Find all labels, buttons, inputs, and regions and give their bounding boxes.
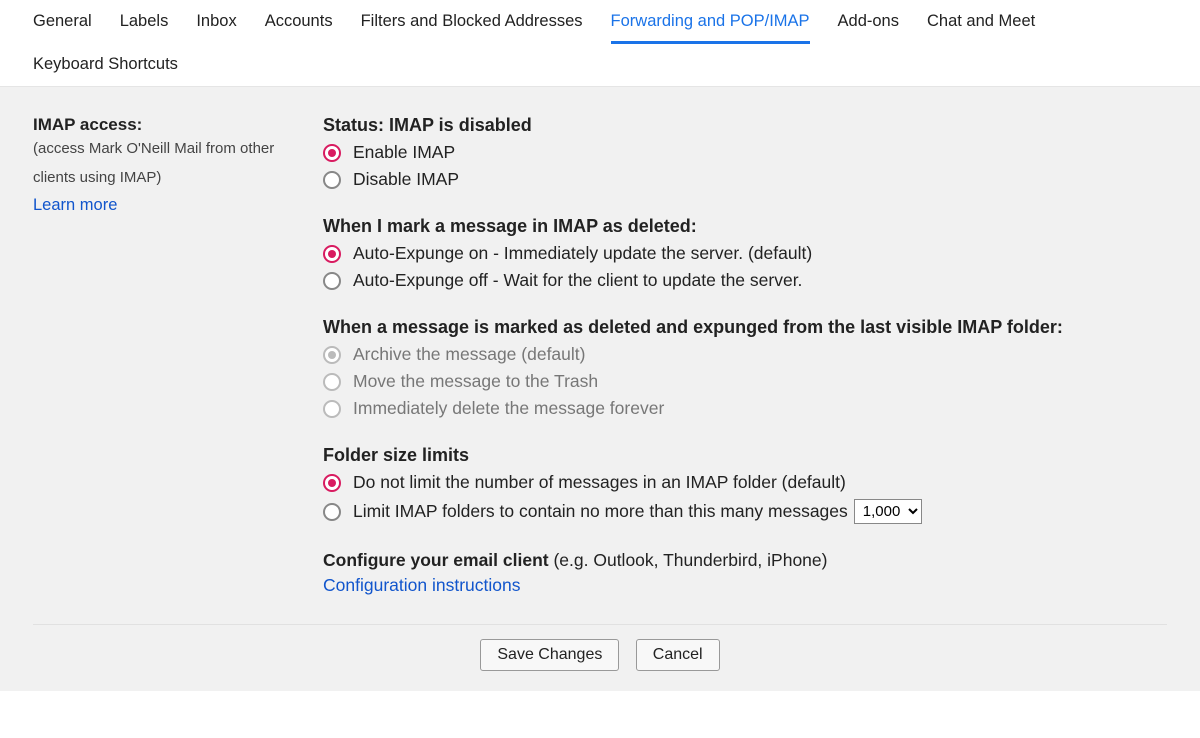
label-auto-expunge-on: Auto-Expunge on - Immediately update the… [353, 243, 812, 264]
radio-auto-expunge-off[interactable] [323, 272, 341, 290]
when-expunged-heading: When a message is marked as deleted and … [323, 317, 1167, 338]
label-disable-imap: Disable IMAP [353, 169, 459, 190]
imap-status-group: Status: IMAP is disabled Enable IMAP Dis… [323, 115, 1167, 190]
section-label-col: IMAP access: (access Mark O'Neill Mail f… [33, 115, 323, 606]
when-deleted-heading: When I mark a message in IMAP as deleted… [323, 216, 1167, 237]
tab-labels[interactable]: Labels [120, 0, 169, 43]
radio-row-auto-expunge-on: Auto-Expunge on - Immediately update the… [323, 243, 1167, 264]
radio-row-disable-imap: Disable IMAP [323, 169, 1167, 190]
settings-tabs: General Labels Inbox Accounts Filters an… [0, 0, 1200, 87]
label-enable-imap: Enable IMAP [353, 142, 455, 163]
label-move-to-trash: Move the message to the Trash [353, 371, 598, 392]
button-row: Save Changes Cancel [33, 625, 1167, 691]
radio-row-limit-messages: Limit IMAP folders to contain no more th… [323, 499, 1167, 524]
radio-delete-forever [323, 400, 341, 418]
radio-row-no-limit: Do not limit the number of messages in a… [323, 472, 1167, 493]
imap-access-section: IMAP access: (access Mark O'Neill Mail f… [33, 115, 1167, 625]
radio-row-auto-expunge-off: Auto-Expunge off - Wait for the client t… [323, 270, 1167, 291]
tab-inbox[interactable]: Inbox [196, 0, 236, 43]
tab-accounts[interactable]: Accounts [265, 0, 333, 43]
radio-archive-message [323, 346, 341, 364]
radio-row-enable-imap: Enable IMAP [323, 142, 1167, 163]
tab-chat-meet[interactable]: Chat and Meet [927, 0, 1035, 43]
radio-limit-messages[interactable] [323, 503, 341, 521]
imap-status-heading: Status: IMAP is disabled [323, 115, 1167, 136]
configure-client-line: Configure your email client (e.g. Outloo… [323, 550, 1167, 571]
folder-limits-heading: Folder size limits [323, 445, 1167, 466]
cancel-button[interactable]: Cancel [636, 639, 720, 671]
label-archive-message: Archive the message (default) [353, 344, 585, 365]
folder-limits-group: Folder size limits Do not limit the numb… [323, 445, 1167, 524]
radio-auto-expunge-on[interactable] [323, 245, 341, 263]
when-expunged-group: When a message is marked as deleted and … [323, 317, 1167, 419]
learn-more-link[interactable]: Learn more [33, 196, 117, 215]
radio-no-limit[interactable] [323, 474, 341, 492]
configure-client-bold: Configure your email client [323, 550, 549, 570]
radio-row-move-to-trash: Move the message to the Trash [323, 371, 1167, 392]
tab-keyboard-shortcuts[interactable]: Keyboard Shortcuts [33, 43, 178, 86]
label-limit-messages: Limit IMAP folders to contain no more th… [353, 501, 848, 522]
configuration-instructions-link[interactable]: Configuration instructions [323, 575, 520, 596]
label-no-limit: Do not limit the number of messages in a… [353, 472, 846, 493]
message-limit-select[interactable]: 1,000 [854, 499, 922, 524]
radio-row-delete-forever: Immediately delete the message forever [323, 398, 1167, 419]
configure-client-rest: (e.g. Outlook, Thunderbird, iPhone) [549, 550, 828, 570]
settings-content: IMAP access: (access Mark O'Neill Mail f… [0, 87, 1200, 691]
when-deleted-group: When I mark a message in IMAP as deleted… [323, 216, 1167, 291]
tab-addons[interactable]: Add-ons [838, 0, 899, 43]
radio-row-archive-message: Archive the message (default) [323, 344, 1167, 365]
tab-general[interactable]: General [33, 0, 92, 43]
radio-enable-imap[interactable] [323, 144, 341, 162]
label-delete-forever: Immediately delete the message forever [353, 398, 664, 419]
label-auto-expunge-off: Auto-Expunge off - Wait for the client t… [353, 270, 802, 291]
save-changes-button[interactable]: Save Changes [480, 639, 619, 671]
configure-client-group: Configure your email client (e.g. Outloo… [323, 550, 1167, 596]
imap-access-sub: (access Mark O'Neill Mail from other cli… [33, 135, 313, 192]
imap-access-title: IMAP access: [33, 115, 313, 135]
radio-move-to-trash [323, 373, 341, 391]
section-options-col: Status: IMAP is disabled Enable IMAP Dis… [323, 115, 1167, 606]
tab-forwarding-pop-imap[interactable]: Forwarding and POP/IMAP [611, 0, 810, 43]
tab-filters[interactable]: Filters and Blocked Addresses [361, 0, 583, 43]
radio-disable-imap[interactable] [323, 171, 341, 189]
